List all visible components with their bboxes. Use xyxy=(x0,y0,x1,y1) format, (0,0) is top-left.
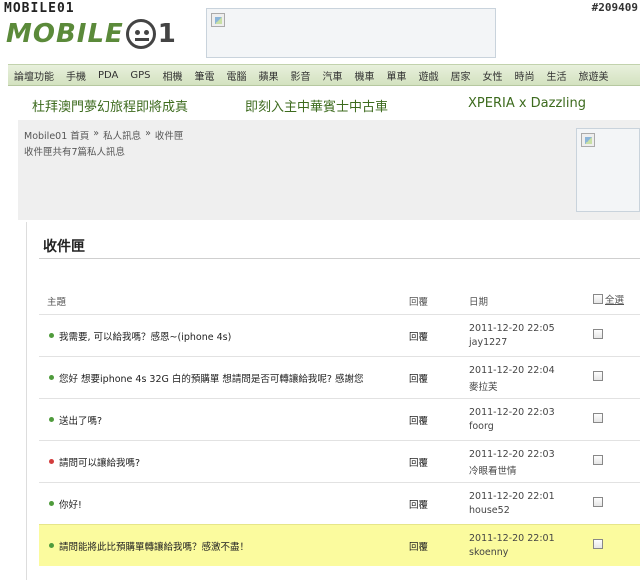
message-date: 2011-12-20 22:01 xyxy=(469,491,555,502)
logo-face-icon xyxy=(125,19,156,49)
nav-item[interactable]: 蘋果 xyxy=(253,68,285,83)
message-list: 我需要, 可以給我嗎？感恩~(iphone 4s) 回覆 2011-12-20 22… xyxy=(39,314,640,566)
message-date: 2011-12-20 22:03 xyxy=(469,449,555,460)
message-sender[interactable]: 冷眼看世情 xyxy=(469,463,517,477)
nav-item[interactable]: 電腦 xyxy=(221,68,253,83)
main-nav: 論壇功能 手機 PDA GPS 相機 筆電 電腦 蘋果 影音 汽車 機車 單車 遊戲 居家 女性 時尚 生活 旅遊… xyxy=(8,64,640,86)
promo-links: 杜拜澳門夢幻旅程即將成真 即刻入主中華賓士中古車 XPERIA x Dazzli… xyxy=(0,96,640,115)
inbox-title: 收件匣 xyxy=(43,239,85,255)
message-row: 我需要, 可以給我嗎？感恩~(iphone 4s) 回覆 2011-12-20 22… xyxy=(39,314,640,356)
broken-image-icon xyxy=(581,133,595,147)
select-all-label[interactable]: 全選 xyxy=(605,292,624,306)
breadcrumb-home[interactable]: Mobile01 首頁 xyxy=(24,128,89,142)
reply-link[interactable]: 回覆 xyxy=(409,539,428,553)
nav-item[interactable]: 時尚 xyxy=(509,68,541,83)
message-sender[interactable]: skoenny xyxy=(469,547,508,558)
nav-item[interactable]: 論壇功能 xyxy=(8,68,60,83)
logo-small[interactable]: MOBILE01 xyxy=(4,1,75,16)
nav-item[interactable]: 女性 xyxy=(477,68,509,83)
reply-link[interactable]: 回覆 xyxy=(409,413,428,427)
read-dot-icon xyxy=(49,333,54,338)
message-subject[interactable]: 你好! xyxy=(59,497,82,511)
title-divider xyxy=(39,258,640,259)
breadcrumb-messages[interactable]: 私人訊息 xyxy=(103,128,141,142)
column-reply: 回覆 xyxy=(409,297,429,308)
reply-link[interactable]: 回覆 xyxy=(409,497,428,511)
select-all-checkbox[interactable] xyxy=(593,294,603,304)
promo-link-xperia[interactable]: XPERIA x Dazzling xyxy=(468,96,586,111)
read-dot-icon xyxy=(49,417,54,422)
message-sender[interactable]: house52 xyxy=(469,505,510,516)
message-checkbox[interactable] xyxy=(593,497,603,507)
message-checkbox[interactable] xyxy=(593,329,603,339)
nav-item[interactable]: 機車 xyxy=(349,68,381,83)
nav-item[interactable]: 生活 xyxy=(541,68,573,83)
message-sender[interactable]: 麥拉芙 xyxy=(469,379,498,393)
nav-item[interactable]: 旅遊美 xyxy=(573,68,615,83)
logo-suffix: 1 xyxy=(157,19,176,49)
promo-link-dubai[interactable]: 杜拜澳門夢幻旅程即將成真 xyxy=(32,96,188,115)
message-date: 2011-12-20 22:03 xyxy=(469,407,555,418)
message-checkbox[interactable] xyxy=(593,539,603,549)
breadcrumb: Mobile01 首頁 » 私人訊息 » 收件匣 xyxy=(24,128,183,142)
inbox-count: 收件匣共有7篇私人訊息 xyxy=(24,147,126,158)
column-date: 日期 xyxy=(469,297,489,308)
site-logo[interactable]: MOBILE 1 xyxy=(6,18,176,50)
read-dot-icon xyxy=(49,543,54,548)
nav-item[interactable]: 手機 xyxy=(60,68,92,83)
message-date: 2011-12-20 22:01 xyxy=(469,533,555,544)
message-sender[interactable]: jay1227 xyxy=(469,337,507,348)
message-subject[interactable]: 我需要, 可以給我嗎？感恩~(iphone 4s) xyxy=(59,329,231,343)
message-subject[interactable]: 請問能將此比預購單轉讓給我嗎？感激不盡！ xyxy=(59,539,249,553)
promo-link-benz[interactable]: 即刻入主中華賓士中古車 xyxy=(245,96,388,115)
nav-item[interactable]: 相機 xyxy=(157,68,189,83)
message-row: 請問可以讓給我嗎? 回覆 2011-12-20 22:03 冷眼看世情 xyxy=(39,440,640,482)
read-dot-icon xyxy=(49,375,54,380)
read-dot-icon xyxy=(49,501,54,506)
nav-item[interactable]: 居家 xyxy=(445,68,477,83)
message-checkbox[interactable] xyxy=(593,413,603,423)
message-checkbox[interactable] xyxy=(593,371,603,381)
page-id: #209409 xyxy=(591,1,638,14)
unread-dot-icon xyxy=(49,459,54,464)
nav-item[interactable]: GPS xyxy=(124,70,156,81)
site-header: MOBILE01 MOBILE 1 #209409 xyxy=(0,0,640,62)
nav-item[interactable]: PDA xyxy=(92,70,124,81)
message-subject[interactable]: 您好 想要iphone 4s 32G 白的預購單 想請問是否可轉讓給我呢? 感謝… xyxy=(59,371,363,385)
message-row: 送出了嗎? 回覆 2011-12-20 22:03 foorg xyxy=(39,398,640,440)
reply-link[interactable]: 回覆 xyxy=(409,329,428,343)
reply-link[interactable]: 回覆 xyxy=(409,371,428,385)
nav-item[interactable]: 筆電 xyxy=(189,68,221,83)
nav-item[interactable]: 單車 xyxy=(381,68,413,83)
message-row: 您好 想要iphone 4s 32G 白的預購單 想請問是否可轉讓給我呢? 感謝… xyxy=(39,356,640,398)
message-subject[interactable]: 請問可以讓給我嗎? xyxy=(59,455,140,469)
breadcrumb-inbox[interactable]: 收件匣 xyxy=(155,128,184,142)
message-row: 請問能將此比預購單轉讓給我嗎？感激不盡！ 回覆 2011-12-20 22:01 sk… xyxy=(39,524,640,566)
message-subject[interactable]: 送出了嗎? xyxy=(59,413,102,427)
message-checkbox[interactable] xyxy=(593,455,603,465)
column-subject: 主題 xyxy=(47,297,67,308)
message-row: 你好! 回覆 2011-12-20 22:01 house52 xyxy=(39,482,640,524)
header-banner-ad[interactable] xyxy=(206,8,496,58)
message-sender[interactable]: foorg xyxy=(469,421,494,432)
breadcrumb-separator: » xyxy=(145,128,151,139)
breadcrumb-area: Mobile01 首頁 » 私人訊息 » 收件匣 收件匣共有7篇私人訊息 xyxy=(18,120,640,220)
side-ad[interactable] xyxy=(576,128,640,212)
logo-text: MOBILE xyxy=(6,19,124,49)
nav-item[interactable]: 遊戲 xyxy=(413,68,445,83)
message-date: 2011-12-20 22:04 xyxy=(469,365,555,376)
message-date: 2011-12-20 22:05 xyxy=(469,323,555,334)
nav-item[interactable]: 影音 xyxy=(285,68,317,83)
broken-image-icon xyxy=(211,13,225,27)
select-all[interactable]: 全選 xyxy=(593,292,624,306)
breadcrumb-separator: » xyxy=(93,128,100,139)
reply-link[interactable]: 回覆 xyxy=(409,455,428,469)
inbox-panel: 收件匣 主題 回覆 日期 全選 我需要, 可以給我嗎？感恩~(iphone 4s… xyxy=(26,222,640,580)
nav-item[interactable]: 汽車 xyxy=(317,68,349,83)
